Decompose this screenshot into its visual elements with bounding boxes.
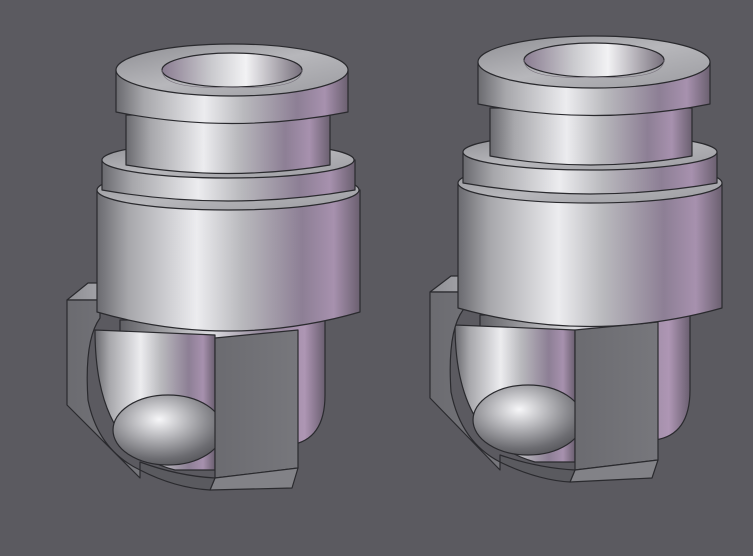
- 3d-viewport[interactable]: [0, 0, 753, 556]
- scene-canvas[interactable]: [0, 0, 753, 556]
- part-2[interactable]: [429, 35, 723, 483]
- part-1[interactable]: [66, 43, 361, 491]
